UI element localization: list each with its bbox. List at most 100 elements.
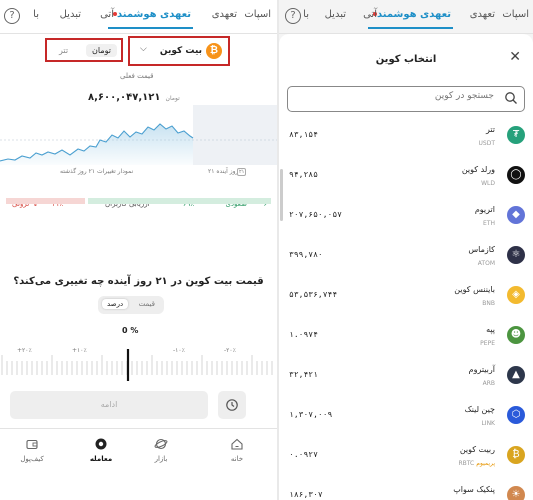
coin-name: اتریوم <box>474 205 495 214</box>
tether-icon: ₮ <box>507 126 525 144</box>
coin-symbol: ETH <box>483 220 495 227</box>
coin-row[interactable]: ₿ ربیت کوین RBTC پریمیوم ۰.۰۹۲۷ <box>279 438 533 478</box>
coin-price: ۹۴,۲۸۵ <box>289 170 318 179</box>
ruler-label-plus20: +۲۰٪ <box>17 347 32 354</box>
current-price: تومان ۸,۶۰۰,۰۴۷,۱۲۱ <box>88 85 180 104</box>
ruler-label-minus10: -۱۰٪ <box>173 347 185 354</box>
tab-margin[interactable]: تعهدی <box>212 9 237 20</box>
help-icon[interactable]: ? <box>285 8 301 24</box>
home-icon <box>231 438 243 450</box>
coin-symbol-text: ARB <box>482 380 495 387</box>
coin-name: کازماس <box>468 245 495 254</box>
trade-icon <box>95 438 107 450</box>
tab-spot[interactable]: اسپات <box>244 9 271 20</box>
tab-convert[interactable]: تبدیل <box>60 9 81 20</box>
coin-symbol-text: BNB <box>482 300 495 307</box>
coin-symbol: ARB <box>483 380 495 387</box>
worldcoin-icon: ◯ <box>507 166 525 184</box>
coin-row[interactable]: ⚛ کازماس ATOM ۳۹۹,۷۸۰ <box>279 238 533 278</box>
coin-symbol-text: PEPE <box>480 340 495 347</box>
coin-name: بایننس کوین <box>454 285 495 294</box>
nav-wallet[interactable]: کیف‌پول <box>12 437 52 463</box>
sheet-title: انتخاب کوین <box>375 54 437 65</box>
future-area <box>193 105 277 165</box>
seg-percent[interactable]: درصد <box>102 299 129 309</box>
top-tabbar-dimmed: اسپات تعهدی تعهدی هوشمند آتی تبدیل با ? <box>279 0 533 34</box>
coin-symbol: WLD <box>481 180 495 187</box>
right-screen: اسپات تعهدی تعهدی هوشمند آتی تبدیل با ? … <box>279 0 533 500</box>
coin-name: آربیتروم <box>468 365 495 374</box>
unit-segmented-control: درصد قیمت <box>98 296 164 314</box>
coin-row[interactable]: ₮ تتر USDT ۸۳,۱۵۴ <box>279 118 533 158</box>
coin-symbol-text: WLD <box>481 180 495 187</box>
close-icon[interactable]: ✕ <box>509 49 521 65</box>
tab-futures[interactable]: آتی <box>363 9 377 20</box>
coin-price: ۳۲,۴۲۱ <box>289 370 318 379</box>
help-icon[interactable]: ? <box>4 8 20 24</box>
chart-caption-future: ۲۱ روز آینده <box>208 168 239 175</box>
coin-row[interactable]: ◈ بایننس کوین BNB ۵۳,۵۳۶,۷۴۴ <box>279 278 533 318</box>
nav-trade[interactable]: معامله <box>81 437 121 463</box>
market-icon <box>154 438 168 450</box>
coin-row[interactable]: ◯ ورلد کوین WLD ۹۴,۲۸۵ <box>279 158 533 198</box>
tab-futures[interactable]: آتی <box>100 9 114 20</box>
coin-price: ۸۳,۱۵۴ <box>289 130 318 139</box>
tab-smart-margin[interactable]: تعهدی هوشمند <box>367 9 454 29</box>
ruler-label-plus10: +۱۰٪ <box>72 347 87 354</box>
continue-button[interactable]: ادامه <box>10 391 208 419</box>
coin-symbol-text: ETH <box>483 220 495 227</box>
current-price-label: قیمت فعلی <box>120 72 154 80</box>
coin-row[interactable]: ☻ پپه PEPE ۱.۰۹۷۴ <box>279 318 533 358</box>
coin-price: ۲۰۷,۶۵۰,۰۵۷ <box>289 210 342 219</box>
search-input[interactable] <box>294 91 494 101</box>
tab-convert[interactable]: تبدیل <box>325 9 346 20</box>
nav-home[interactable]: خانه <box>217 437 257 463</box>
nav-market[interactable]: بازار <box>141 437 181 463</box>
ethereum-icon: ◆ <box>507 206 525 224</box>
history-button[interactable] <box>218 391 246 419</box>
tab-spot[interactable]: اسپات <box>502 9 529 20</box>
pancakeswap-icon: ☀ <box>507 486 525 500</box>
coin-name: بیت کوین <box>159 46 202 56</box>
coin-name: تتر <box>485 125 495 134</box>
coin-name: پنکیک سواپ <box>453 485 495 494</box>
ruler-label-minus20: -۲۰٪ <box>224 347 236 354</box>
chainlink-icon: ⬡ <box>507 406 525 424</box>
coin-symbol: RBTC پریمیوم <box>458 460 495 467</box>
top-tabbar: اسپات تعهدی تعهدی هوشمند آتی تبدیل با ? <box>0 0 277 34</box>
currency-option-toman[interactable]: تومان <box>86 44 117 57</box>
coin-symbol: PEPE <box>480 340 495 347</box>
coin-row[interactable]: ◆ اتریوم ETH ۲۰۷,۶۵۰,۰۵۷ <box>279 198 533 238</box>
bitcoin-icon: ₿ <box>206 43 222 59</box>
currency-option-tether[interactable]: تتر <box>53 44 74 57</box>
chart-area <box>0 124 193 165</box>
seg-price[interactable]: قیمت <box>134 299 160 309</box>
tab-more[interactable]: با <box>303 9 309 20</box>
coin-name: چین لینک <box>464 405 495 414</box>
coin-picker-sheet: انتخاب کوین ✕ ₮ تتر USDT ۸۳,۱۵۴ ◯ ورلد کوین WL… <box>279 34 533 500</box>
coin-row[interactable]: ⬡ چین لینک LINK ۱,۳۰۷,۰۰۹ <box>279 398 533 438</box>
coin-symbol: LINK <box>481 420 495 427</box>
rbitcoin-icon: ₿ <box>507 446 525 464</box>
coin-price: ۱۸۶,۳۰۷ <box>289 490 323 499</box>
coin-selector[interactable]: ₿ بیت کوین ⌵ <box>128 36 230 66</box>
coin-symbol-text: ATOM <box>477 260 495 267</box>
wallet-icon <box>26 439 38 450</box>
coin-row[interactable]: ☀پنکیک سواپCAKE۱۸۶,۳۰۷ <box>279 478 533 500</box>
coin-symbol: BNB <box>482 300 495 307</box>
arbitrum-icon: ▲ <box>507 366 525 384</box>
cosmos-icon: ⚛ <box>507 246 525 264</box>
coin-price: ۱.۰۹۷۴ <box>289 330 318 339</box>
tab-margin[interactable]: تعهدی <box>470 9 495 20</box>
coin-price: ۳۹۹,۷۸۰ <box>289 250 323 259</box>
tab-smart-margin[interactable]: تعهدی هوشمند <box>107 9 194 29</box>
coin-price: ۰.۰۹۲۷ <box>289 450 318 459</box>
coin-symbol: USDT <box>479 140 496 147</box>
sentiment-bar-up <box>88 198 271 204</box>
chevron-down-icon: ⌵ <box>140 44 147 54</box>
coin-symbol-text: LINK <box>481 420 495 427</box>
coin-row[interactable]: ▲ آربیتروم ARB ۳۲,۴۲۱ <box>279 358 533 398</box>
tab-more[interactable]: با <box>33 9 39 20</box>
chart-caption-past: نمودار تغییرات ۲۱ روز گذشته <box>60 168 134 175</box>
sentiment-bar-down <box>6 198 85 204</box>
